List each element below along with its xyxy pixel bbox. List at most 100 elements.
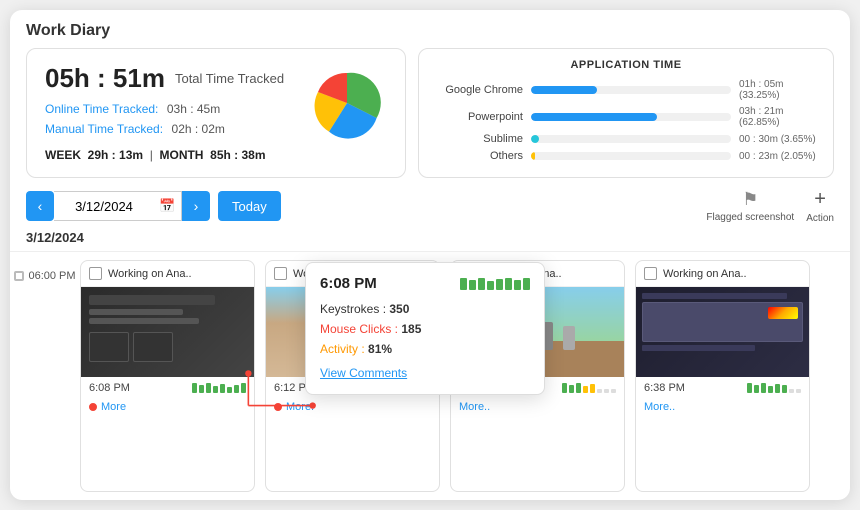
screenshots-section: 06:00 PM Working on Ana.. (10, 252, 850, 500)
app-row-chrome: Google Chrome 01h : 05m (33.25%) (433, 79, 819, 101)
calendar-icon[interactable]: 📅 (154, 191, 182, 221)
time-sep: : (90, 63, 113, 93)
month-label: MONTH (159, 148, 203, 162)
popup-bar (496, 279, 503, 290)
flagged-screenshot-button[interactable]: ⚑ Flagged screenshot (706, 189, 794, 223)
popup-bars (460, 278, 530, 290)
main-container: Work Diary 05h : 51m Total Time Tracked … (10, 10, 850, 500)
time-minutes: 51m (113, 63, 165, 93)
date-input[interactable] (54, 191, 154, 221)
page-title: Work Diary (10, 10, 850, 48)
week-label: WEEK (45, 148, 81, 162)
act-bar (569, 385, 574, 393)
time-col-value: 06:00 PM (28, 270, 75, 282)
screenshot-card-1: Working on Ana.. 6:08 PM (80, 260, 255, 492)
app-name-chrome: Google Chrome (433, 84, 523, 96)
next-date-button[interactable]: › (182, 191, 210, 221)
online-time-label[interactable]: Online Time Tracked: (45, 102, 158, 116)
top-section: 05h : 51m Total Time Tracked Online Time… (10, 48, 850, 188)
action-label: Action (806, 213, 834, 224)
activity-bars-1 (192, 383, 246, 393)
app-name-others: Others (433, 150, 523, 162)
bar-bg-ppt (531, 113, 731, 121)
app-pct-chrome: 01h : 05m (33.25%) (739, 79, 819, 101)
bar-fill-others (531, 152, 535, 160)
popup-mouse-value: 185 (401, 322, 421, 336)
act-bar (562, 383, 567, 393)
time-card: 05h : 51m Total Time Tracked Online Time… (26, 48, 406, 178)
activity-bars-3 (562, 383, 616, 393)
app-pct-others: 00 : 23m (2.05%) (739, 151, 819, 162)
app-name-ppt: Powerpoint (433, 111, 523, 123)
act-bar (604, 389, 609, 393)
action-button[interactable]: + Action (806, 188, 834, 224)
popup-keystrokes: Keystrokes : 350 (320, 302, 530, 316)
more-label-4: More.. (644, 401, 675, 413)
card-footer-4: 6:38 PM (636, 377, 809, 399)
card-checkbox-4[interactable] (644, 267, 657, 280)
more-link-1[interactable]: More (81, 399, 254, 419)
screenshots-row: Working on Ana.. 6:08 PM (80, 252, 850, 500)
time-dot (14, 271, 24, 281)
flagged-label: Flagged screenshot (706, 212, 794, 223)
app-name-sublime: Sublime (433, 133, 523, 145)
week-value: 29h : 13m (88, 148, 143, 162)
act-bar (754, 385, 759, 393)
view-comments-link[interactable]: View Comments (320, 366, 407, 380)
act-bar (789, 389, 794, 393)
total-time-label: Total Time Tracked (175, 71, 284, 86)
footer-time-4: 6:38 PM (644, 382, 685, 394)
today-button[interactable]: Today (218, 191, 281, 221)
bar-bg-sublime (531, 135, 731, 143)
month-value: 85h : 38m (210, 148, 265, 162)
popup-bar (514, 280, 521, 290)
card-checkbox-1[interactable] (89, 267, 102, 280)
act-bar (206, 383, 211, 393)
screenshot-card-4: Working on Ana.. 6:38 PM (635, 260, 810, 492)
more-link-4[interactable]: More.. (636, 399, 809, 419)
popup-bar (469, 280, 476, 290)
app-pct-ppt: 03h : 21m (62.85%) (739, 106, 819, 128)
footer-time-1: 6:08 PM (89, 382, 130, 394)
bar-fill-sublime (531, 135, 539, 143)
popup-bar (460, 278, 467, 290)
act-bar (775, 384, 780, 393)
card-img-4 (636, 287, 809, 377)
act-bar (590, 384, 595, 393)
popup-bar (505, 278, 512, 290)
popup-activity-value: 81% (368, 342, 392, 356)
act-bar (234, 385, 239, 393)
date-heading: 3/12/2024 (10, 230, 850, 252)
prev-date-button[interactable]: ‹ (26, 191, 54, 221)
app-pct-sublime: 00 : 30m (3.65%) (739, 134, 819, 145)
more-dot-1 (89, 403, 97, 411)
act-bar (747, 383, 752, 393)
more-label-3: More.. (459, 401, 490, 413)
bar-bg-chrome (531, 86, 731, 94)
manual-time-label[interactable]: Manual Time Tracked: (45, 122, 163, 136)
act-bar (782, 385, 787, 393)
pie-chart (307, 63, 387, 148)
bar-bg-others (531, 152, 731, 160)
act-bar (583, 386, 588, 393)
act-bar (213, 386, 218, 393)
card-checkbox-2[interactable] (274, 267, 287, 280)
act-bar (576, 383, 581, 393)
act-bar (761, 383, 766, 393)
act-bar (227, 387, 232, 393)
date-nav: ‹ 📅 › Today ⚑ Flagged screenshot + Actio… (10, 188, 850, 224)
popup-keystrokes-label: Keystrokes : (320, 302, 386, 316)
popup-activity: Activity : 81% (320, 342, 530, 356)
time-col-label: 06:00 PM (14, 270, 75, 282)
flag-icon: ⚑ (742, 189, 758, 210)
act-bar (199, 385, 204, 393)
more-link-3[interactable]: More.. (451, 399, 624, 419)
card-img-1 (81, 287, 254, 377)
total-time: 05h : 51m (45, 63, 165, 94)
bar-fill-chrome (531, 86, 597, 94)
act-bar (220, 384, 225, 393)
app-row-ppt: Powerpoint 03h : 21m (62.85%) (433, 106, 819, 128)
act-bar (597, 389, 602, 393)
time-hours: 05h (45, 63, 90, 93)
card-footer-1: 6:08 PM (81, 377, 254, 399)
